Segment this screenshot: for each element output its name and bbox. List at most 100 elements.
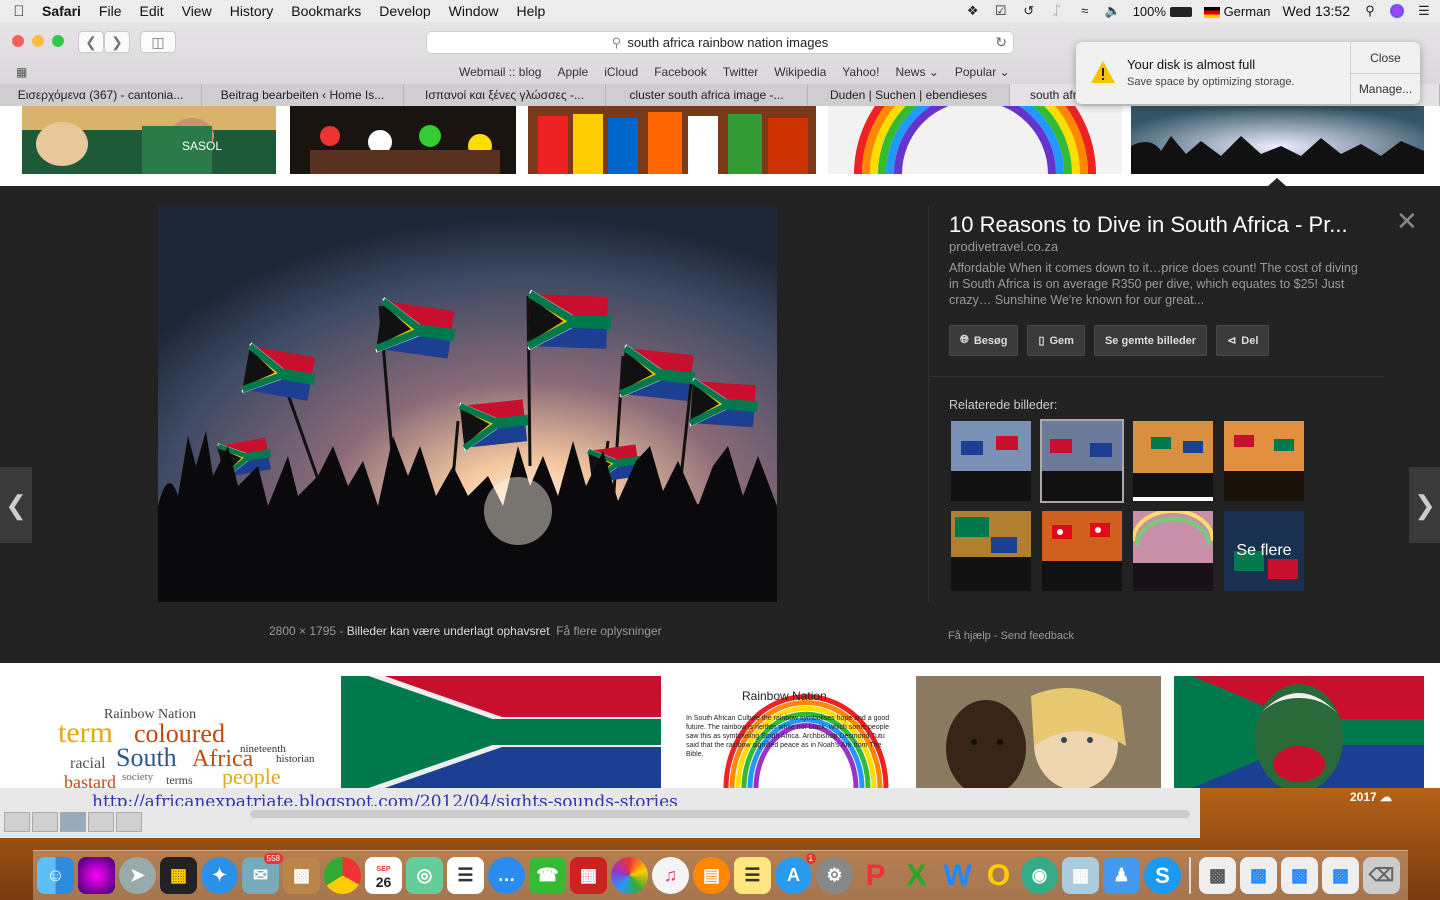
calendar-icon[interactable]: SEP 26 bbox=[365, 857, 402, 894]
tab-ispanoi[interactable]: Ισπανοί και ξένες γλώσσες -... bbox=[404, 84, 606, 106]
safari-icon[interactable]: ✦ bbox=[201, 857, 238, 894]
fav-icloud[interactable]: iCloud bbox=[596, 65, 646, 79]
forward-button[interactable]: ❯ bbox=[104, 31, 130, 53]
address-bar[interactable]: ⚲ south africa rainbow nation images ↻ bbox=[426, 31, 1014, 54]
feedback-link[interactable]: Send feedback bbox=[1001, 630, 1074, 642]
tab-duden[interactable]: Duden | Suchen | ebendieses bbox=[808, 84, 1010, 106]
dropbox-icon[interactable]: ❖ bbox=[965, 4, 981, 18]
previous-image-button[interactable]: ❮ bbox=[0, 467, 32, 543]
excel-icon[interactable]: X bbox=[898, 857, 935, 894]
fav-apple[interactable]: Apple bbox=[549, 65, 596, 79]
app-menu[interactable]: Safari bbox=[38, 3, 90, 19]
system-preferences-icon[interactable]: ⚙ bbox=[816, 857, 853, 894]
app-store-icon[interactable]: A1 bbox=[775, 853, 816, 894]
spotlight-icon[interactable]: ⚲ bbox=[1362, 4, 1378, 18]
see-more-tile[interactable]: Se flere bbox=[1224, 511, 1304, 591]
copyright-notice[interactable]: Billeder kan være underlagt ophavsret bbox=[347, 624, 550, 638]
result-thumbnail[interactable]: Rainbow Nation term coloured South Afric… bbox=[18, 676, 328, 788]
preview-image[interactable] bbox=[158, 206, 777, 602]
skype-icon[interactable]: S bbox=[1144, 857, 1181, 894]
notification-center-icon[interactable]: ☰ bbox=[1416, 4, 1432, 18]
itunes-icon[interactable]: ♫ bbox=[652, 857, 689, 894]
page-view-icon[interactable] bbox=[32, 812, 58, 832]
close-panel-icon[interactable]: ✕ bbox=[1396, 206, 1418, 237]
minimize-window-button[interactable] bbox=[32, 35, 44, 47]
input-source[interactable]: German bbox=[1203, 4, 1271, 19]
share-button[interactable]: ⊲ Del bbox=[1216, 325, 1270, 356]
result-thumbnail[interactable] bbox=[528, 106, 816, 174]
tab-beitrag[interactable]: Beitrag bearbeiten ‹ Home Is... bbox=[202, 84, 404, 106]
mail-icon[interactable]: ✉ 558 bbox=[242, 853, 283, 894]
minimized-window-icon[interactable]: ▩ bbox=[1199, 857, 1236, 894]
siri-icon[interactable] bbox=[1390, 4, 1404, 18]
more-info-link[interactable]: Få flere oplysninger bbox=[556, 624, 661, 638]
related-image[interactable] bbox=[1224, 421, 1304, 501]
result-title[interactable]: 10 Reasons to Dive in South Africa - Pr.… bbox=[949, 212, 1348, 238]
reload-icon[interactable]: ↻ bbox=[995, 34, 1007, 51]
next-image-button[interactable]: ❯ bbox=[1409, 467, 1440, 543]
outline-view-icon[interactable] bbox=[4, 812, 30, 832]
result-thumbnail[interactable] bbox=[828, 106, 1122, 175]
ibooks-icon[interactable]: ▤ bbox=[693, 857, 730, 894]
word-icon[interactable]: W bbox=[939, 857, 976, 894]
result-thumbnail[interactable] bbox=[290, 106, 516, 174]
related-image[interactable] bbox=[1133, 421, 1213, 501]
fav-wikipedia[interactable]: Wikipedia bbox=[766, 65, 834, 79]
editor-url-text[interactable]: http://africanexpatriate.blogspot.com/20… bbox=[92, 792, 862, 806]
wifi-icon[interactable]: ≈ bbox=[1077, 4, 1093, 18]
powerpoint-icon[interactable]: P bbox=[857, 857, 894, 894]
related-image[interactable] bbox=[1133, 511, 1213, 591]
help-link[interactable]: Få hjælp bbox=[948, 630, 991, 642]
save-button[interactable]: ▯ Gem bbox=[1027, 325, 1085, 356]
related-image[interactable] bbox=[951, 421, 1031, 501]
related-image-selected[interactable] bbox=[1040, 419, 1124, 503]
image-viewer-icon[interactable]: ▦ bbox=[1062, 857, 1099, 894]
visit-button[interactable]: 🌐︎ Besøg bbox=[949, 325, 1019, 356]
result-thumbnail[interactable]: Rainbow Nation In South African Culture … bbox=[676, 676, 900, 788]
photos-icon[interactable] bbox=[611, 857, 648, 894]
view-saved-button[interactable]: Se gemte billeder bbox=[1093, 325, 1208, 356]
result-site[interactable]: prodivetravel.co.za bbox=[949, 239, 1058, 254]
time-machine-icon[interactable]: ↺ bbox=[1021, 4, 1037, 18]
result-thumbnail-selected[interactable] bbox=[1131, 106, 1424, 174]
sidebar-toggle-button[interactable]: ◫ bbox=[140, 31, 176, 53]
outlook-icon[interactable]: O bbox=[980, 857, 1017, 894]
result-thumbnail[interactable] bbox=[338, 661, 670, 788]
photo-browser-icon[interactable]: ▦ bbox=[570, 857, 607, 894]
notification-close-button[interactable]: Close bbox=[1351, 42, 1420, 73]
menu-develop[interactable]: Develop bbox=[370, 3, 439, 19]
bluetooth-icon[interactable]: ᛢ bbox=[1049, 4, 1065, 18]
menu-bookmarks[interactable]: Bookmarks bbox=[282, 3, 370, 19]
tasks-icon[interactable]: ☑ bbox=[993, 4, 1009, 18]
facetime-icon[interactable]: ☎ bbox=[529, 857, 566, 894]
clock[interactable]: Wed 13:52 bbox=[1283, 3, 1350, 19]
list-view-icon[interactable] bbox=[88, 812, 114, 832]
volume-icon[interactable]: 🔈 bbox=[1105, 4, 1121, 18]
tab-cluster[interactable]: cluster south africa image -... bbox=[606, 84, 808, 106]
notification-manage-button[interactable]: Manage... bbox=[1351, 73, 1420, 104]
fav-twitter[interactable]: Twitter bbox=[715, 65, 766, 79]
fav-yahoo[interactable]: Yahoo! bbox=[834, 65, 887, 79]
menu-help[interactable]: Help bbox=[507, 3, 554, 19]
minimized-window-icon[interactable]: ▩ bbox=[1281, 857, 1318, 894]
result-thumbnail[interactable]: SASOL bbox=[22, 106, 276, 174]
menu-window[interactable]: Window bbox=[440, 3, 508, 19]
result-thumbnail[interactable] bbox=[916, 676, 1161, 788]
apple-menu-icon[interactable]:  bbox=[0, 3, 38, 20]
related-image[interactable] bbox=[951, 511, 1031, 591]
reminders-icon[interactable]: ☰ bbox=[447, 857, 484, 894]
result-thumbnail[interactable] bbox=[1171, 669, 1431, 788]
menu-file[interactable]: File bbox=[90, 3, 131, 19]
menu-view[interactable]: View bbox=[173, 3, 221, 19]
fav-facebook[interactable]: Facebook bbox=[646, 65, 715, 79]
contacts-icon[interactable]: ▩ bbox=[283, 857, 320, 894]
chrome-icon[interactable] bbox=[324, 857, 361, 894]
fav-news[interactable]: News ⌄ bbox=[887, 65, 946, 79]
siri-dock-icon[interactable] bbox=[78, 857, 115, 894]
maps-icon[interactable]: ◎ bbox=[406, 857, 443, 894]
editor-scrollbar[interactable] bbox=[250, 810, 1190, 818]
launchpad-icon[interactable]: ➤ bbox=[119, 857, 156, 894]
tab-inbox[interactable]: Εισερχόμενα (367) - cantonia... bbox=[0, 84, 202, 106]
draft-view-icon[interactable] bbox=[60, 812, 86, 832]
back-button[interactable]: ❮ bbox=[78, 31, 104, 53]
